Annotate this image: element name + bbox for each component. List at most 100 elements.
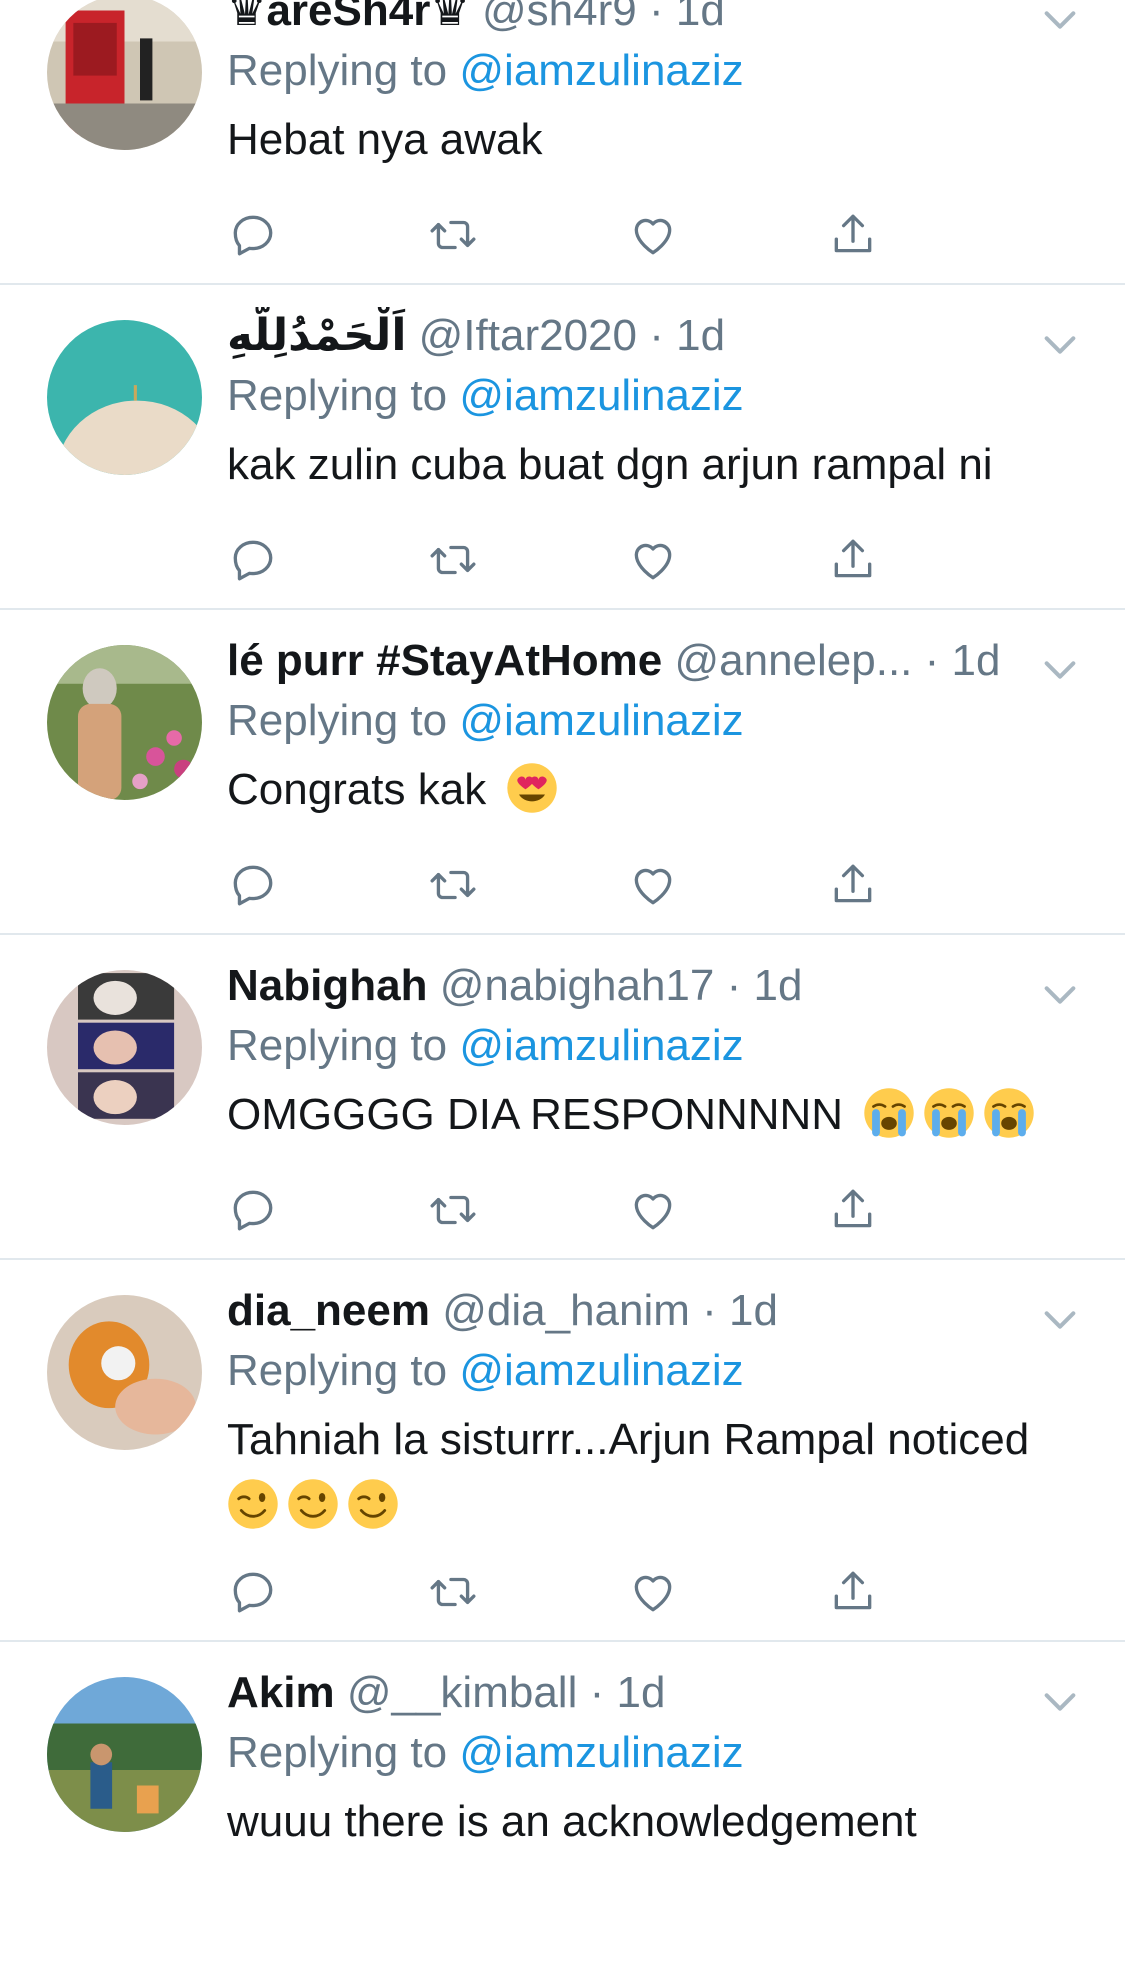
separator-dot: · — [702, 1286, 717, 1335]
crying-face-emoji — [923, 1087, 975, 1139]
reply-icon — [233, 1572, 273, 1613]
share-button[interactable] — [825, 207, 881, 263]
replying-to-mention[interactable]: @iamzulinaziz — [459, 1728, 743, 1777]
user-handle[interactable]: @nabighah17 — [440, 961, 715, 1010]
tweet-text: Hebat nya awak — [227, 110, 1065, 170]
like-button[interactable] — [625, 532, 681, 588]
tweet-item[interactable]: اَلْحَمْدُلِلّهِ @Iftar2020 · 1d Replyin… — [0, 285, 1125, 610]
tweet-text-body: Hebat nya awak — [227, 115, 543, 164]
chevron-down-icon[interactable] — [1040, 0, 1080, 40]
replying-to-mention[interactable]: @iamzulinaziz — [459, 1021, 743, 1070]
tweet-text: wuuu there is an acknowledgement — [227, 1792, 1065, 1852]
avatar[interactable] — [47, 1295, 202, 1450]
retweet-icon — [430, 220, 476, 250]
user-handle[interactable]: @Iftar2020 — [419, 311, 637, 360]
share-icon — [834, 1571, 872, 1610]
tweet-header: dia_neem @dia_hanim · 1d — [227, 1282, 1065, 1340]
replying-to-label: Replying to — [227, 1021, 448, 1070]
chevron-down-icon[interactable] — [1040, 1682, 1080, 1722]
replying-to-label: Replying to — [227, 1346, 448, 1395]
retweet-button[interactable] — [425, 532, 481, 588]
user-handle[interactable]: @dia_hanim — [442, 1286, 690, 1335]
tweet-actions — [227, 1182, 987, 1238]
tweet-actions — [227, 207, 987, 263]
share-icon — [834, 539, 872, 578]
retweet-icon — [430, 870, 476, 900]
share-button[interactable] — [825, 1182, 881, 1238]
replying-to-mention[interactable]: @iamzulinaziz — [459, 696, 743, 745]
timestamp[interactable]: 1d — [616, 1668, 665, 1717]
timestamp[interactable]: 1d — [676, 0, 725, 35]
share-icon — [834, 214, 872, 253]
reply-icon — [233, 865, 273, 906]
tweet-text-body: Tahniah la sisturrr...Arjun Rampal notic… — [227, 1415, 1030, 1464]
display-name[interactable]: اَلْحَمْدُلِلّهِ — [227, 311, 406, 360]
user-handle[interactable]: @__kimball — [347, 1668, 578, 1717]
user-handle[interactable]: @sh4r9 — [482, 0, 637, 35]
heart-icon — [634, 1193, 672, 1230]
avatar[interactable] — [47, 645, 202, 800]
reply-icon — [233, 540, 273, 581]
share-button[interactable] — [825, 532, 881, 588]
replying-to-mention[interactable]: @iamzulinaziz — [459, 1346, 743, 1395]
retweet-button[interactable] — [425, 207, 481, 263]
tweet-item[interactable]: Akim @__kimball · 1d Replying to @iamzul… — [0, 1642, 1125, 1982]
display-name[interactable]: Nabighah — [227, 961, 427, 1010]
reply-button[interactable] — [225, 1182, 281, 1238]
chevron-down-icon[interactable] — [1040, 325, 1080, 365]
display-name[interactable]: Akim — [227, 1668, 335, 1717]
display-name[interactable]: lé purr #StayAtHome — [227, 636, 662, 685]
retweet-icon — [430, 1195, 476, 1225]
tweet-item[interactable]: dia_neem @dia_hanim · 1d Replying to @ia… — [0, 1260, 1125, 1642]
crying-face-emoji — [983, 1087, 1035, 1139]
replying-to-line: Replying to @iamzulinaziz — [227, 690, 1065, 752]
tweet-text: Congrats kak — [227, 760, 1065, 820]
like-button[interactable] — [625, 857, 681, 913]
reply-button[interactable] — [225, 1564, 281, 1620]
user-handle[interactable]: @annelep... — [674, 636, 912, 685]
display-name[interactable]: ♛areSh4r♛ — [227, 0, 470, 35]
reply-button[interactable] — [225, 532, 281, 588]
tweet-text-body: OMGGGG DIA RESPONNNNN — [227, 1090, 844, 1139]
avatar[interactable] — [47, 1677, 202, 1832]
tweet-item[interactable]: lé purr #StayAtHome @annelep... · 1d Rep… — [0, 610, 1125, 935]
retweet-button[interactable] — [425, 1182, 481, 1238]
tweet-text: OMGGGG DIA RESPONNNNN — [227, 1085, 1065, 1145]
like-button[interactable] — [625, 207, 681, 263]
display-name[interactable]: dia_neem — [227, 1286, 430, 1335]
timestamp[interactable]: 1d — [754, 961, 803, 1010]
retweet-icon — [430, 1577, 476, 1607]
avatar[interactable] — [47, 970, 202, 1125]
replying-to-label: Replying to — [227, 46, 448, 95]
replying-to-mention[interactable]: @iamzulinaziz — [459, 46, 743, 95]
share-button[interactable] — [825, 857, 881, 913]
replying-to-mention[interactable]: @iamzulinaziz — [459, 371, 743, 420]
timestamp[interactable]: 1d — [729, 1286, 778, 1335]
timestamp[interactable]: 1d — [676, 311, 725, 360]
tweet-header: lé purr #StayAtHome @annelep... · 1d — [227, 632, 1065, 690]
avatar[interactable] — [47, 0, 202, 150]
separator-dot: · — [726, 961, 742, 1010]
like-button[interactable] — [625, 1182, 681, 1238]
share-button[interactable] — [825, 1564, 881, 1620]
tweet-text-body: Congrats kak — [227, 765, 487, 814]
tweet-text-body: kak zulin cuba buat dgn arjun rampal ni — [227, 440, 993, 489]
avatar[interactable] — [47, 320, 202, 475]
chevron-down-icon[interactable] — [1040, 650, 1080, 690]
timestamp[interactable]: 1d — [952, 636, 1001, 685]
like-button[interactable] — [625, 1564, 681, 1620]
chevron-down-icon[interactable] — [1040, 975, 1080, 1015]
retweet-button[interactable] — [425, 1564, 481, 1620]
tweet-actions — [227, 857, 987, 913]
replying-to-line: Replying to @iamzulinaziz — [227, 365, 1065, 427]
retweet-button[interactable] — [425, 857, 481, 913]
reply-button[interactable] — [225, 207, 281, 263]
replying-to-label: Replying to — [227, 1728, 448, 1777]
tweet-item[interactable]: ♛areSh4r♛ @sh4r9 · 1d Replying to @iamzu… — [0, 0, 1125, 285]
winking-face-emoji — [347, 1478, 399, 1530]
tweet-item[interactable]: Nabighah @nabighah17 · 1d Replying to @i… — [0, 935, 1125, 1260]
chevron-down-icon[interactable] — [1040, 1300, 1080, 1340]
reply-feed[interactable]: ♛areSh4r♛ @sh4r9 · 1d Replying to @iamzu… — [0, 0, 1125, 1982]
retweet-icon — [430, 545, 476, 575]
reply-button[interactable] — [225, 857, 281, 913]
